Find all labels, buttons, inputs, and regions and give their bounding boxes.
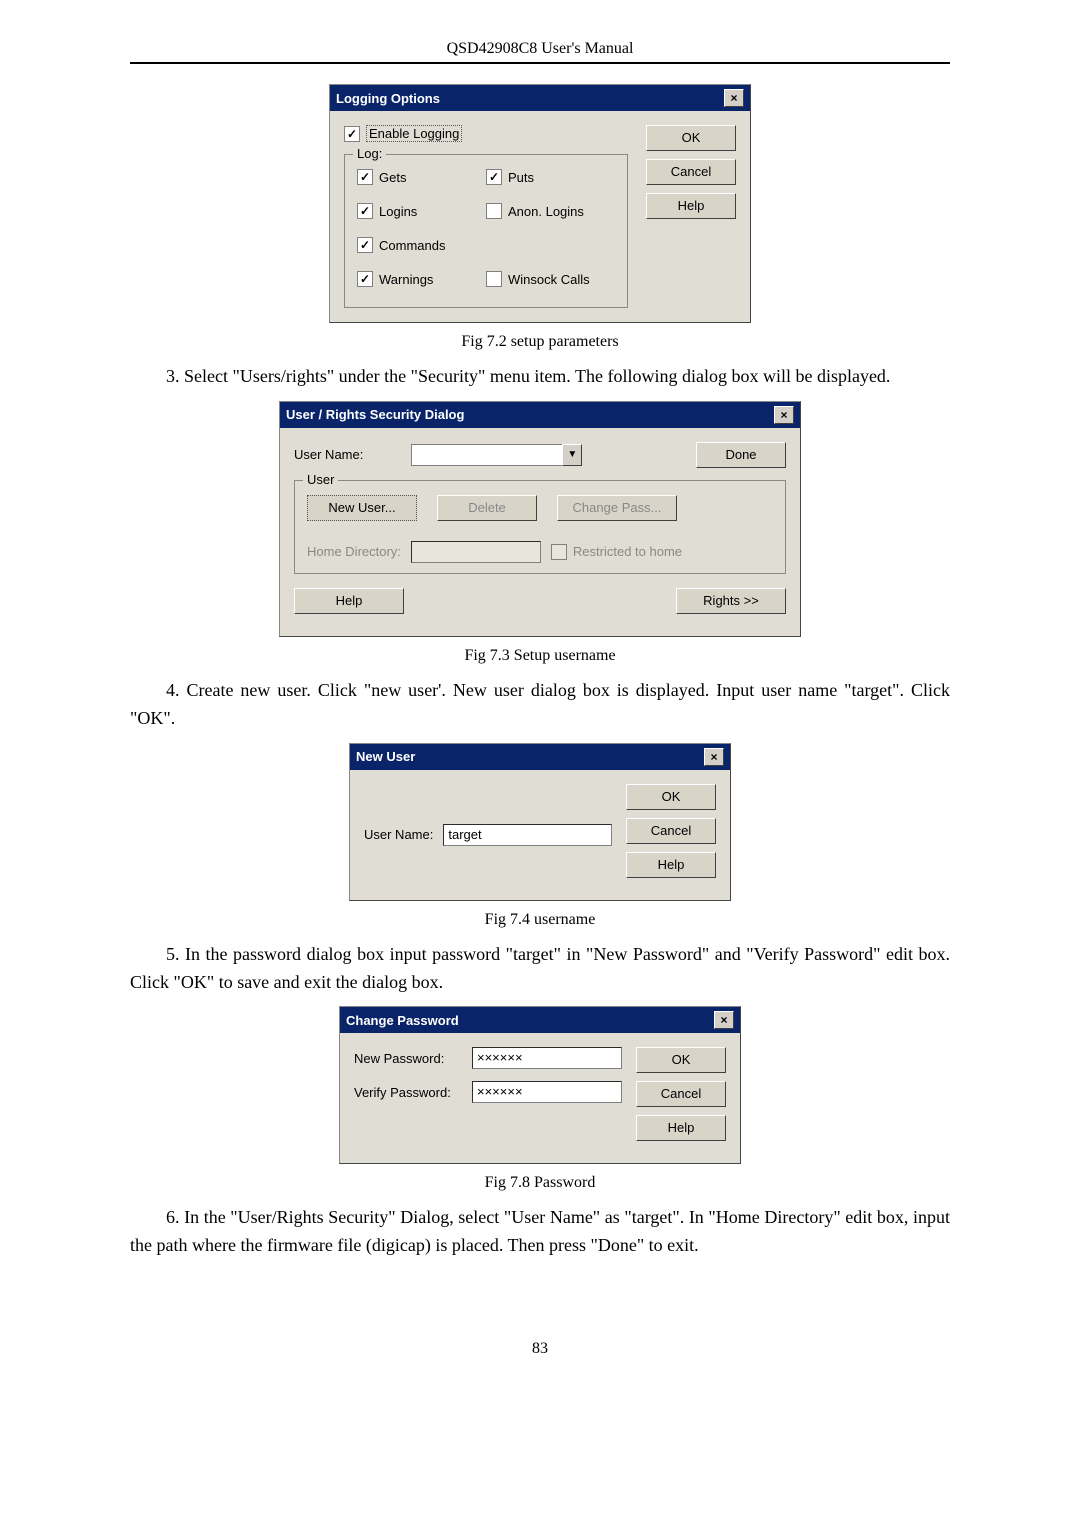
chevron-down-icon[interactable]: ▼	[562, 444, 582, 466]
verify-password-input[interactable]: ××××××	[472, 1081, 622, 1103]
close-icon[interactable]: ×	[774, 406, 794, 424]
change-password-dialog: Change Password × New Password: ×××××× V…	[339, 1006, 741, 1164]
figure-caption-7-8: Fig 7.8 Password	[130, 1174, 950, 1192]
user-name-combo[interactable]: ▼	[411, 444, 582, 466]
cancel-button[interactable]: Cancel	[646, 159, 736, 185]
enable-logging-label: Enable Logging	[366, 125, 462, 142]
verify-password-label: Verify Password:	[354, 1085, 464, 1100]
paragraph-step-4: 4. Create new user. Click "new user'. Ne…	[130, 677, 950, 733]
restricted-label: Restricted to home	[573, 544, 682, 559]
logging-options-dialog: Logging Options × ✓ Enable Logging Log: …	[329, 84, 751, 323]
logins-label: Logins	[379, 204, 417, 219]
figure-caption-7-3: Fig 7.3 Setup username	[130, 647, 950, 665]
gets-label: Gets	[379, 170, 406, 185]
cancel-button[interactable]: Cancel	[636, 1081, 726, 1107]
user-rights-titlebar: User / Rights Security Dialog ×	[280, 402, 800, 428]
figure-caption-7-4: Fig 7.4 username	[130, 911, 950, 929]
home-directory-input[interactable]	[411, 541, 541, 563]
puts-label: Puts	[508, 170, 534, 185]
help-button[interactable]: Help	[636, 1115, 726, 1141]
ok-button[interactable]: OK	[626, 784, 716, 810]
user-name-label: User Name:	[294, 447, 363, 462]
logins-checkbox[interactable]: ✓Logins	[357, 203, 486, 219]
gets-checkbox[interactable]: ✓Gets	[357, 169, 486, 185]
ok-button[interactable]: OK	[636, 1047, 726, 1073]
help-button[interactable]: Help	[626, 852, 716, 878]
enable-logging-checkbox[interactable]: ✓ Enable Logging	[344, 125, 628, 142]
page-number: 83	[130, 1340, 950, 1358]
ok-button[interactable]: OK	[646, 125, 736, 151]
delete-button[interactable]: Delete	[437, 495, 537, 521]
new-user-button[interactable]: New User...	[307, 495, 417, 521]
warnings-label: Warnings	[379, 272, 433, 287]
close-icon[interactable]: ×	[724, 89, 744, 107]
user-groupbox: User New User... Delete Change Pass... H…	[294, 480, 786, 574]
restricted-checkbox[interactable]: Restricted to home	[551, 544, 682, 560]
document-header: QSD42908C8 User's Manual	[130, 40, 950, 58]
user-group-label: User	[303, 472, 338, 487]
change-password-title: Change Password	[346, 1013, 459, 1028]
commands-checkbox[interactable]: ✓Commands	[357, 237, 486, 253]
cancel-button[interactable]: Cancel	[626, 818, 716, 844]
paragraph-step-5: 5. In the password dialog box input pass…	[130, 941, 950, 997]
anon-logins-label: Anon. Logins	[508, 204, 584, 219]
new-user-name-label: User Name:	[364, 827, 433, 842]
new-user-titlebar: New User ×	[350, 744, 730, 770]
new-user-name-input[interactable]: target	[443, 824, 612, 846]
commands-label: Commands	[379, 238, 445, 253]
help-button[interactable]: Help	[294, 588, 404, 614]
header-divider	[130, 62, 950, 64]
winsock-checkbox[interactable]: Winsock Calls	[486, 271, 615, 287]
home-directory-label: Home Directory:	[307, 544, 401, 559]
log-groupbox: Log: ✓Gets ✓Puts ✓Logins Anon. Logins ✓C…	[344, 154, 628, 308]
log-group-label: Log:	[353, 146, 386, 161]
paragraph-step-3: 3. Select "Users/rights" under the "Secu…	[130, 363, 950, 391]
user-rights-title: User / Rights Security Dialog	[286, 407, 464, 422]
paragraph-step-6: 6. In the "User/Rights Security" Dialog,…	[130, 1204, 950, 1260]
user-rights-dialog: User / Rights Security Dialog × User Nam…	[279, 401, 801, 637]
winsock-label: Winsock Calls	[508, 272, 590, 287]
change-pass-button[interactable]: Change Pass...	[557, 495, 677, 521]
close-icon[interactable]: ×	[714, 1011, 734, 1029]
done-button[interactable]: Done	[696, 442, 786, 468]
new-password-input[interactable]: ××××××	[472, 1047, 622, 1069]
close-icon[interactable]: ×	[704, 748, 724, 766]
figure-caption-7-2: Fig 7.2 setup parameters	[130, 333, 950, 351]
new-password-label: New Password:	[354, 1051, 464, 1066]
change-password-titlebar: Change Password ×	[340, 1007, 740, 1033]
new-user-dialog: New User × User Name: target OK Cancel H…	[349, 743, 731, 901]
help-button[interactable]: Help	[646, 193, 736, 219]
logging-titlebar: Logging Options ×	[330, 85, 750, 111]
new-user-title: New User	[356, 749, 415, 764]
puts-checkbox[interactable]: ✓Puts	[486, 169, 615, 185]
rights-button[interactable]: Rights >>	[676, 588, 786, 614]
anon-logins-checkbox[interactable]: Anon. Logins	[486, 203, 615, 219]
logging-title: Logging Options	[336, 91, 440, 106]
warnings-checkbox[interactable]: ✓Warnings	[357, 271, 486, 287]
